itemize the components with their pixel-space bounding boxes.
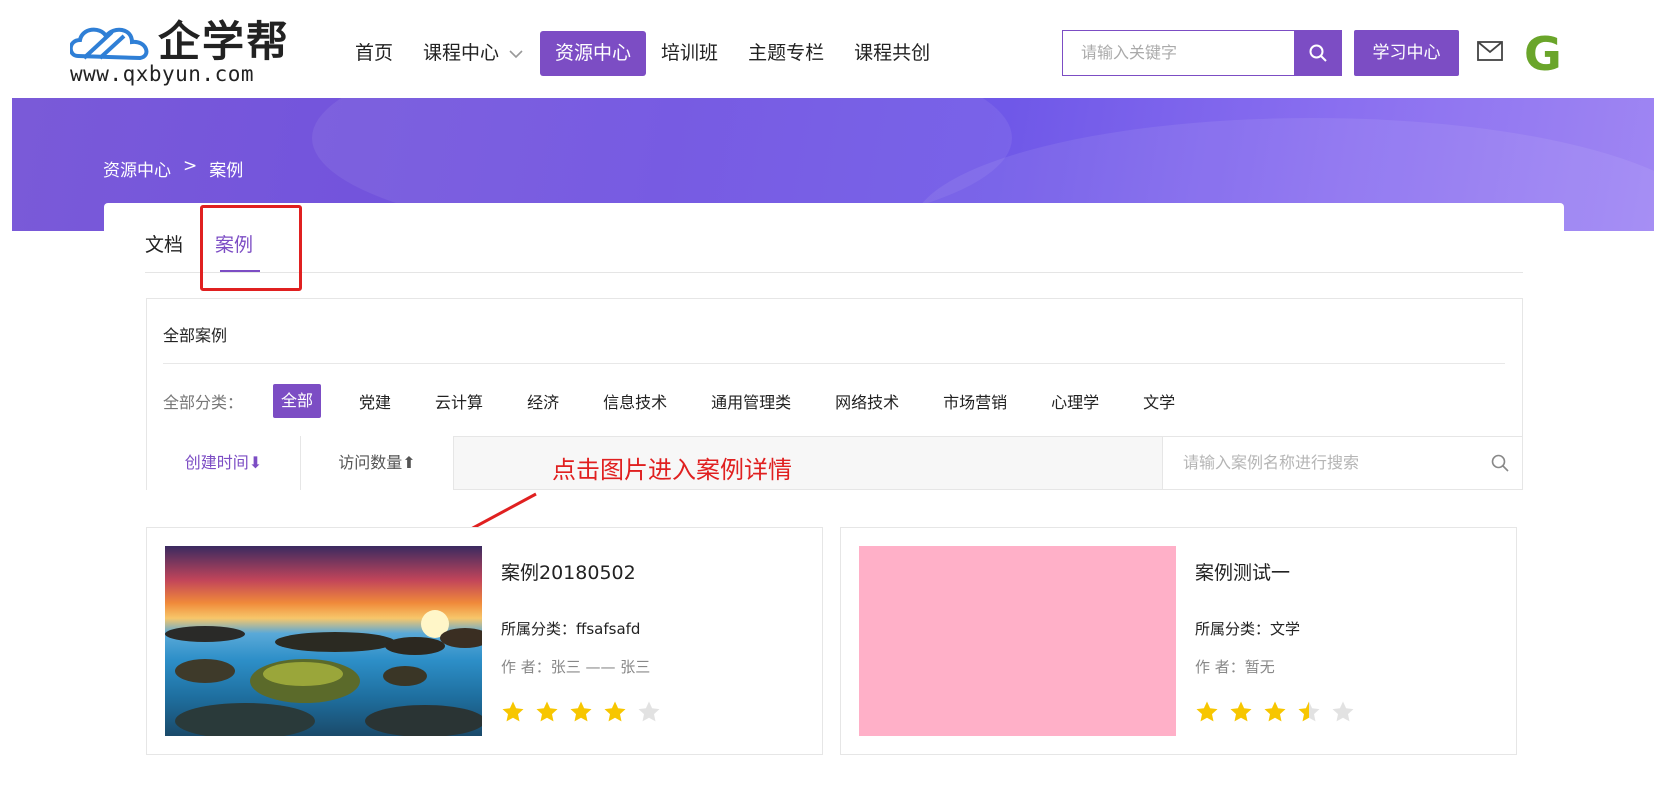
breadcrumb-separator: > [183, 156, 198, 176]
nav-course-cocreate[interactable]: 课程共创 [839, 31, 945, 76]
study-center-button[interactable]: 学习中心 [1354, 30, 1459, 76]
filter-title: 全部案例 [163, 326, 228, 345]
sunset-landscape-icon [165, 610, 482, 736]
main-nav: 首页 课程中心 资源中心 培训班 主题专栏 课程共创 [340, 31, 945, 76]
nav-home[interactable]: 首页 [340, 31, 408, 76]
category-literature[interactable]: 文学 [1143, 389, 1175, 413]
breadcrumb-current: 案例 [209, 161, 244, 181]
case-thumbnail-image[interactable] [165, 546, 482, 736]
case-card: 案例20180502 所属分类：ffsafsafd 作 者：张三 —— 张三 [146, 527, 823, 755]
breadcrumb-root[interactable]: 资源中心 [103, 156, 171, 181]
case-category: 所属分类：ffsafsafd [501, 620, 641, 638]
header-search-input[interactable]: 请输入关键字 [1062, 30, 1294, 76]
case-thumbnail-image[interactable] [859, 546, 1176, 736]
nav-course-center-label: 课程中心 [423, 42, 500, 64]
breadcrumb: 资源中心 > 案例 [103, 156, 243, 181]
header-search-button[interactable] [1294, 30, 1342, 76]
tab-divider [145, 272, 1523, 273]
site-logo[interactable]: 企学帮 www.qxbyun.com [70, 17, 310, 86]
nav-course-center[interactable]: 课程中心 [408, 31, 540, 76]
logo-url: www.qxbyun.com [70, 62, 255, 86]
mail-icon[interactable] [1477, 41, 1503, 61]
nav-topic-column[interactable]: 主题专栏 [733, 31, 839, 76]
case-search-input[interactable]: 请输入案例名称进行搜索 [1162, 437, 1522, 489]
star-full-icon [1230, 701, 1252, 722]
case-author: 作 者：张三 —— 张三 [501, 658, 651, 676]
star-full-icon [502, 701, 524, 722]
star-half-icon [1298, 701, 1320, 722]
annotation-text: 点击图片进入案例详情 [552, 456, 792, 484]
case-title[interactable]: 案例20180502 [501, 558, 636, 585]
annotation-highlight-box [200, 205, 302, 291]
case-rating [1195, 700, 1355, 724]
category-information-technology[interactable]: 信息技术 [603, 389, 667, 413]
search-icon[interactable] [1490, 453, 1510, 473]
sort-visit-count[interactable]: 访问数量⬆ [301, 436, 454, 490]
case-category: 所属分类：文学 [1195, 620, 1301, 638]
top-header: 企学帮 www.qxbyun.com 首页 课程中心 资源中心 培训班 主题专栏… [0, 0, 1654, 98]
star-empty-icon [638, 701, 660, 722]
category-row: 全部分类： 全部 党建 云计算 经济 信息技术 通用管理类 网络技术 市场营销 … [163, 384, 1219, 418]
avatar[interactable]: G [1524, 30, 1562, 78]
sort-created-time[interactable]: 创建时间⬇ [147, 436, 301, 490]
logo-text: 企学帮 [158, 17, 291, 66]
case-title[interactable]: 案例测试一 [1195, 558, 1290, 585]
category-cloud-computing[interactable]: 云计算 [435, 389, 483, 413]
category-economy[interactable]: 经济 [527, 389, 559, 413]
category-party-building[interactable]: 党建 [359, 389, 391, 413]
filter-divider [163, 363, 1505, 364]
category-network-technology[interactable]: 网络技术 [835, 389, 899, 413]
search-icon [1309, 44, 1327, 62]
star-full-icon [1264, 701, 1286, 722]
category-psychology[interactable]: 心理学 [1051, 389, 1099, 413]
star-full-icon [604, 701, 626, 722]
category-marketing[interactable]: 市场营销 [943, 389, 1007, 413]
star-full-icon [536, 701, 558, 722]
nav-training-class[interactable]: 培训班 [646, 31, 733, 76]
case-author: 作 者：暂无 [1195, 658, 1275, 676]
nav-resource-center[interactable]: 资源中心 [540, 31, 647, 76]
chevron-down-icon [509, 49, 523, 58]
star-full-icon [570, 701, 592, 722]
case-rating [501, 700, 661, 724]
case-card: 案例测试一 所属分类：文学 作 者：暂无 [840, 527, 1517, 755]
category-all[interactable]: 全部 [273, 384, 322, 418]
star-empty-icon [1332, 701, 1354, 722]
category-general-management[interactable]: 通用管理类 [711, 389, 791, 413]
cloud-logo-icon [70, 27, 149, 61]
tab-documents[interactable]: 文档 [145, 230, 183, 257]
category-label: 全部分类： [163, 393, 244, 412]
star-full-icon [1196, 701, 1218, 722]
